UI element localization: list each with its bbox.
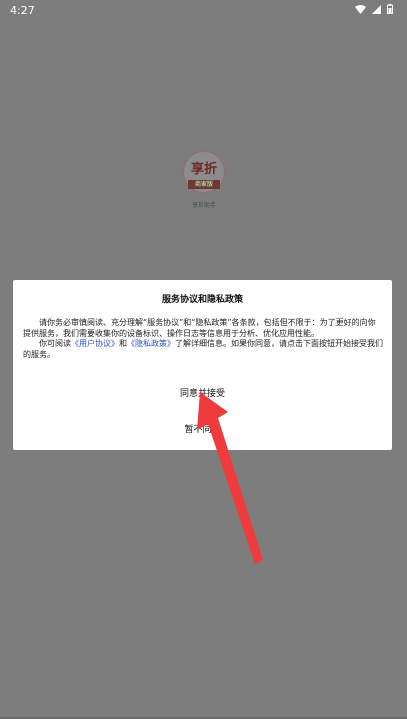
dialog-body: 请你务必审慎阅读、充分理解“服务协议”和“隐私政策”各条款，包括但不限于：为了更…: [23, 318, 383, 360]
signal-icon: [372, 4, 381, 14]
status-bar: 4:27: [0, 0, 407, 22]
logo-caption: 享折助手: [191, 202, 216, 209]
wifi-icon: [355, 4, 366, 14]
agree-button[interactable]: 同意并接受: [13, 386, 392, 399]
app-logo: 享折 商家版 享折助手: [168, 150, 240, 209]
battery-icon: [387, 4, 393, 14]
paragraph-2-and: 和: [119, 339, 127, 348]
reject-button[interactable]: 暂不同意: [13, 422, 392, 435]
logo-ribbon: 商家版: [188, 180, 220, 189]
dialog-paragraph-1: 请你务必审慎阅读、充分理解“服务协议”和“隐私政策”各条款，包括但不限于：为了更…: [23, 318, 376, 338]
privacy-policy-link[interactable]: 《隐私政策》: [127, 339, 175, 348]
user-agreement-link[interactable]: 《用户协议》: [71, 339, 119, 348]
logo-badge: 享折 商家版: [182, 150, 226, 194]
dialog-paragraph-2: 你可阅读《用户协议》和《隐私政策》了解详细信息。如果你同意，请点击下面按钮开始接…: [23, 339, 383, 360]
paragraph-2-prefix: 你可阅读: [39, 339, 71, 348]
dialog-title: 服务协议和隐私政策: [161, 295, 243, 305]
status-time: 4:27: [10, 4, 35, 17]
logo-text: 享折: [190, 162, 217, 177]
status-icons: [355, 4, 393, 14]
privacy-dialog: 服务协议和隐私政策 请你务必审慎阅读、充分理解“服务协议”和“隐私政策”各条款，…: [13, 280, 392, 450]
